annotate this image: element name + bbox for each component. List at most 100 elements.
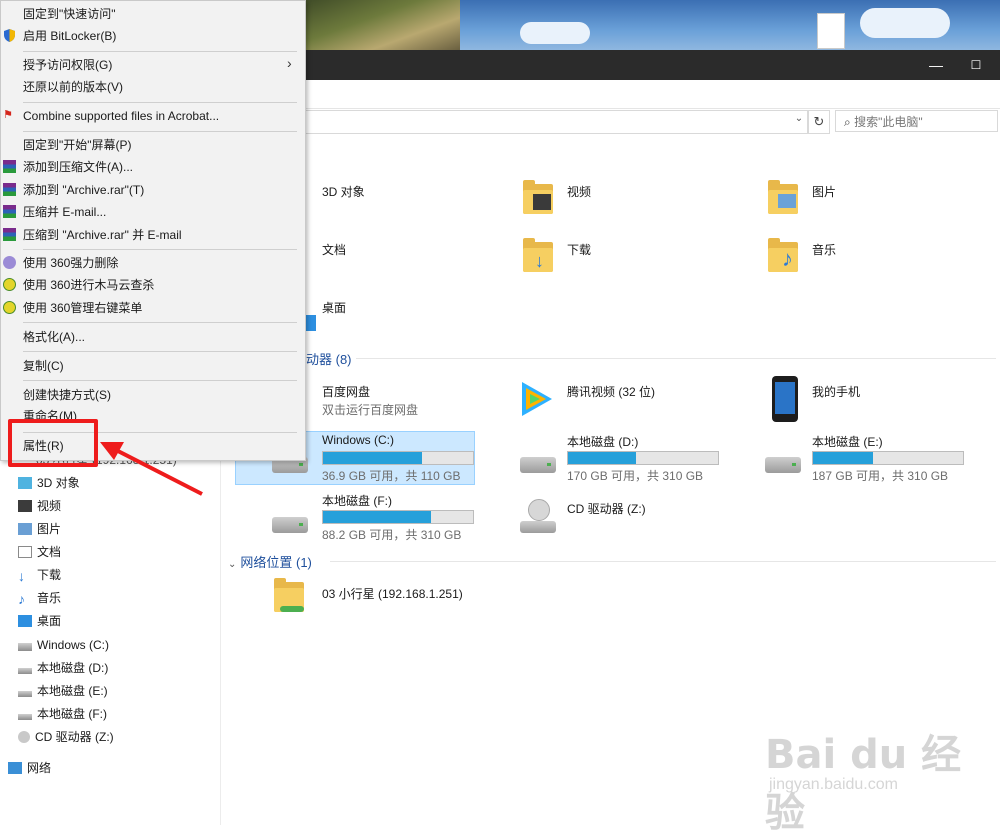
- network-header-label: 网络位置 (1): [240, 555, 312, 570]
- menu-label: 创建快捷方式(S): [23, 388, 111, 402]
- nav-label: 视频: [37, 499, 62, 513]
- download-arrow-icon: ↓: [18, 568, 25, 584]
- device-baidu-label[interactable]: 百度网盘: [322, 383, 370, 400]
- menu-item-bitlocker[interactable]: 启用 BitLocker(B): [1, 25, 305, 47]
- menu-separator: [23, 51, 297, 52]
- nav-label: Windows (C:): [37, 638, 110, 652]
- menu-label: 复制(C): [23, 359, 64, 373]
- minimize-button[interactable]: —: [918, 50, 954, 80]
- menu-separator: [23, 102, 297, 103]
- cd-drive-label[interactable]: CD 驱动器 (Z:): [567, 500, 646, 517]
- drive-e-space: 187 GB 可用，共 310 GB: [812, 469, 949, 483]
- network-section-header[interactable]: ⌄ 网络位置 (1): [228, 552, 312, 571]
- winrar-icon: [3, 160, 16, 173]
- wallpaper-cloud: [860, 8, 950, 38]
- nav-label: 本地磁盘 (F:): [37, 707, 107, 721]
- menu-label: 还原以前的版本(V): [23, 80, 123, 94]
- menu-item-pin-quick-access[interactable]: 固定到"快速访问": [1, 3, 305, 25]
- folder-documents-label[interactable]: 文档: [322, 241, 346, 258]
- menu-label: 压缩并 E-mail...: [23, 205, 107, 219]
- menu-item-copy[interactable]: 复制(C): [1, 355, 305, 377]
- wallpaper-cloud: [520, 22, 590, 44]
- drive-c-label[interactable]: Windows (C:): [322, 433, 394, 447]
- device-tencent-label[interactable]: 腾讯视频 (32 位): [567, 383, 655, 400]
- nav-label: 网络: [27, 761, 52, 775]
- video-folder-icon[interactable]: [523, 180, 553, 214]
- menu-separator: [23, 249, 297, 250]
- chevron-down-icon[interactable]: ⌄: [228, 559, 236, 570]
- phone-icon[interactable]: [772, 376, 798, 422]
- menu-label: 使用 360强力删除: [23, 256, 119, 270]
- 360-delete-icon: [3, 256, 16, 269]
- downloads-folder-icon[interactable]: ↓: [523, 238, 553, 272]
- folder-downloads-label[interactable]: 下载: [567, 241, 591, 258]
- menu-item-restore-versions[interactable]: 还原以前的版本(V): [1, 76, 305, 98]
- menu-item-pin-start[interactable]: 固定到"开始"屏幕(P): [1, 134, 305, 156]
- menu-item-compress-rar-email[interactable]: 压缩到 "Archive.rar" 并 E-mail: [1, 224, 305, 246]
- chevron-right-icon: ›: [287, 55, 292, 71]
- menu-item-360-delete[interactable]: 使用 360强力删除: [1, 252, 305, 274]
- nav-item-network[interactable]: 网络: [8, 757, 51, 779]
- nav-item-videos[interactable]: 视频: [18, 495, 61, 517]
- menu-item-add-to-archive[interactable]: 添加到压缩文件(A)...: [1, 156, 305, 178]
- nav-item-cd-drive[interactable]: CD 驱动器 (Z:): [18, 726, 114, 748]
- nav-item-pictures[interactable]: 图片: [18, 518, 61, 540]
- menu-item-360-menu[interactable]: 使用 360管理右键菜单: [1, 297, 305, 319]
- folder-videos-label[interactable]: 视频: [567, 183, 591, 200]
- nav-item-desktop[interactable]: 桌面: [18, 610, 61, 632]
- maximize-button[interactable]: ☐: [958, 50, 994, 80]
- refresh-icon[interactable]: ↻: [808, 110, 830, 134]
- nav-label: 本地磁盘 (E:): [37, 684, 108, 698]
- film-icon: [18, 500, 32, 512]
- menu-item-add-to-archive-rar[interactable]: 添加到 "Archive.rar"(T): [1, 179, 305, 201]
- nav-item-drive-c[interactable]: Windows (C:): [18, 634, 109, 656]
- devices-section-header[interactable]: 动器 (8): [306, 349, 352, 368]
- music-note-icon: ♪: [18, 591, 25, 607]
- nav-item-drive-f[interactable]: 本地磁盘 (F:): [18, 703, 107, 725]
- hard-drive-icon: [520, 457, 556, 473]
- nav-item-downloads[interactable]: ↓ 下载: [18, 564, 61, 586]
- menu-item-grant-access[interactable]: 授予访问权限(G): [1, 54, 305, 76]
- menu-item-compress-email[interactable]: 压缩并 E-mail...: [1, 201, 305, 223]
- menu-item-create-shortcut[interactable]: 创建快捷方式(S): [1, 384, 305, 406]
- winrar-icon: [3, 228, 16, 241]
- menu-label: 添加到压缩文件(A)...: [23, 160, 133, 174]
- device-phone-label[interactable]: 我的手机: [812, 383, 860, 400]
- nav-item-drive-e[interactable]: 本地磁盘 (E:): [18, 680, 108, 702]
- context-menu: 固定到"快速访问" 启用 BitLocker(B) 授予访问权限(G) › 还原…: [0, 0, 306, 461]
- search-icon: ⌕: [844, 115, 851, 129]
- network-location-label[interactable]: 03 小行星 (192.168.1.251): [322, 585, 463, 602]
- tencent-video-icon[interactable]: [516, 378, 556, 420]
- folder-pictures-label[interactable]: 图片: [812, 183, 836, 200]
- folder-music-label[interactable]: 音乐: [812, 241, 836, 258]
- search-input[interactable]: ⌕ 搜索"此电脑": [835, 110, 998, 132]
- menu-label: 固定到"开始"屏幕(P): [23, 138, 132, 152]
- nav-item-3d-objects[interactable]: 3D 对象: [18, 472, 80, 494]
- music-folder-icon[interactable]: ♪: [768, 238, 798, 272]
- desktop-file-icon[interactable]: [817, 13, 845, 49]
- drive-c-space: 36.9 GB 可用，共 110 GB: [322, 469, 461, 483]
- nav-item-music[interactable]: ♪ 音乐: [18, 587, 61, 609]
- chevron-down-icon[interactable]: ⌄: [792, 113, 806, 129]
- drive-e-label[interactable]: 本地磁盘 (E:): [812, 433, 883, 450]
- folder-desktop-label[interactable]: 桌面: [322, 299, 346, 316]
- network-folder-icon[interactable]: [274, 578, 304, 612]
- drive-d-label[interactable]: 本地磁盘 (D:): [567, 433, 638, 450]
- drive-f-label[interactable]: 本地磁盘 (F:): [322, 492, 392, 509]
- acrobat-icon: ⚑: [3, 109, 13, 121]
- nav-item-drive-d[interactable]: 本地磁盘 (D:): [18, 657, 108, 679]
- drive-d-space: 170 GB 可用，共 310 GB: [567, 469, 704, 483]
- desktop-icon: [18, 615, 32, 627]
- menu-label: 固定到"快速访问": [23, 7, 116, 21]
- menu-item-acrobat-combine[interactable]: ⚑ Combine supported files in Acrobat...: [1, 105, 305, 127]
- menu-item-format[interactable]: 格式化(A)...: [1, 326, 305, 348]
- nav-item-documents[interactable]: 文档: [18, 541, 61, 563]
- drive-f-space: 88.2 GB 可用，共 310 GB: [322, 528, 462, 542]
- nav-label: 下载: [37, 568, 62, 582]
- pictures-folder-icon[interactable]: [768, 180, 798, 214]
- menu-separator: [23, 322, 297, 323]
- cd-drive-icon[interactable]: [520, 499, 556, 535]
- menu-item-360-scan[interactable]: 使用 360进行木马云查杀: [1, 274, 305, 296]
- drive-icon: [18, 714, 32, 720]
- folder-3d-objects-label[interactable]: 3D 对象: [322, 183, 365, 200]
